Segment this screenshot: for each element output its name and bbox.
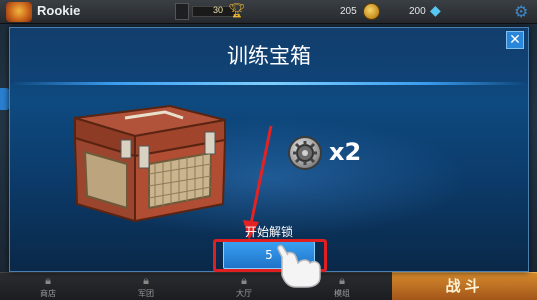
header-divider: [10, 82, 528, 85]
lock-icon: 🔒︎: [45, 274, 51, 287]
gear-icon: [288, 136, 322, 170]
rank-badge-icon[interactable]: [6, 2, 32, 22]
unlock-label: 开始解锁: [244, 225, 293, 239]
chest-icon: [73, 104, 227, 223]
top-status-bar: Rookie 30 🏆︎ 205 200 ◆ ⚙: [0, 0, 537, 24]
level-box: [175, 3, 189, 20]
close-button[interactable]: ✕: [506, 31, 524, 49]
trophy-icon: 🏆︎: [228, 3, 246, 19]
gem-icon[interactable]: ◆: [430, 3, 441, 19]
nav-item-label: 模组: [334, 289, 350, 298]
coins-value: 205: [340, 6, 357, 17]
coin-icon[interactable]: [363, 3, 380, 20]
nav-item-shop[interactable]: 🔒︎ 商店: [18, 272, 78, 300]
hand-pointer-icon: [277, 244, 321, 288]
lock-icon: 🔒︎: [143, 274, 149, 287]
xp-value: 30: [213, 5, 224, 15]
gems-value: 200: [409, 6, 426, 17]
nav-item-lobby[interactable]: 🔒︎ 大厅: [214, 272, 274, 300]
gear-icon[interactable]: ⚙: [514, 2, 528, 21]
nav-item-label: 大厅: [236, 289, 252, 298]
training-chest-dialog: 训练宝箱 ✕ x2 开始解锁 5: [9, 27, 529, 288]
dialog-title: 训练宝箱: [227, 44, 311, 68]
nav-item-label: 商店: [40, 289, 56, 298]
reward-count: x2: [329, 138, 362, 166]
player-name: Rookie: [37, 3, 81, 18]
lock-icon: 🔒︎: [241, 274, 247, 287]
nav-item-label: 军团: [138, 289, 154, 298]
nav-item-legion[interactable]: 🔒︎ 军团: [116, 272, 176, 300]
battle-button[interactable]: 战斗: [392, 272, 537, 300]
